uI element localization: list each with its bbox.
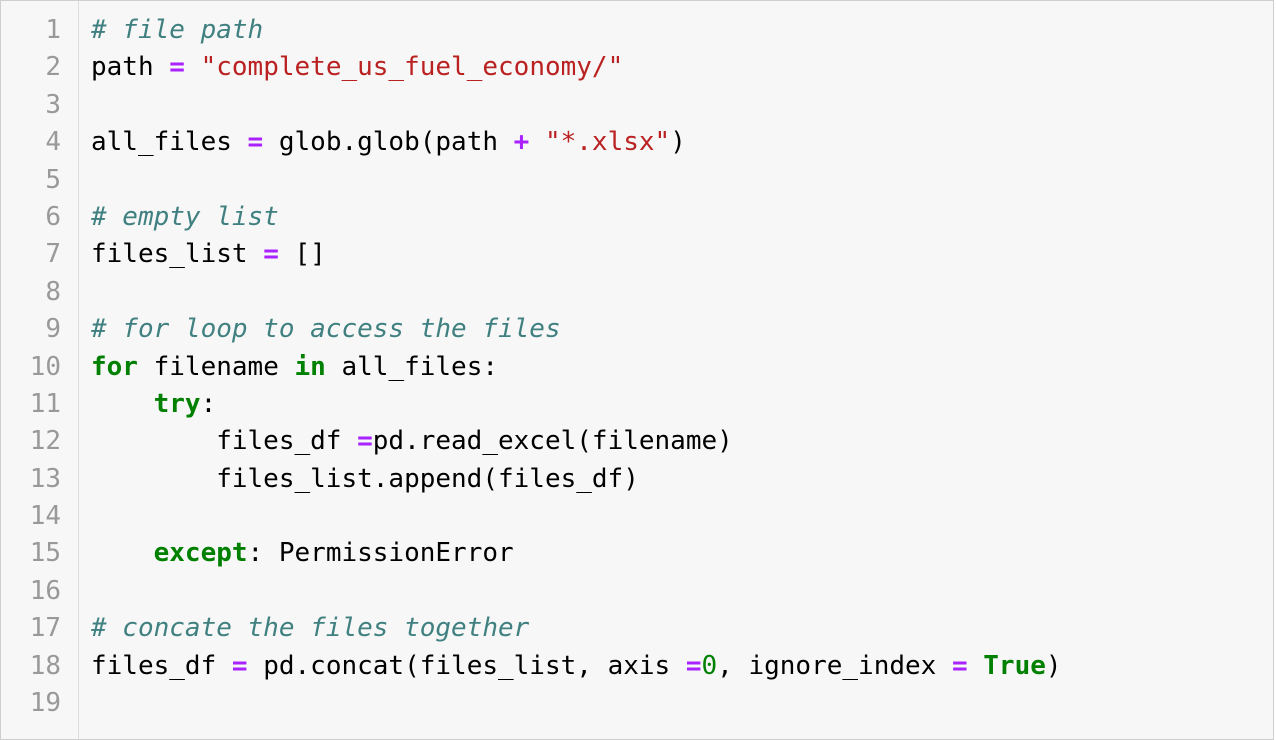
code-line[interactable]: 10 for filename in all_files: bbox=[1, 349, 1273, 386]
code-token: "complete_us_fuel_economy/" bbox=[200, 52, 624, 83]
code-line[interactable]: 4 all_files = glob.glob(path + "*.xlsx") bbox=[1, 124, 1273, 161]
code-text: try: bbox=[91, 386, 217, 423]
code-line[interactable]: 18 files_df = pd.concat(files_list, axis … bbox=[1, 648, 1273, 685]
line-number: 16 bbox=[29, 575, 61, 606]
line-number: 3 bbox=[45, 89, 61, 120]
code-token: = bbox=[357, 426, 373, 457]
code-line[interactable]: 14 bbox=[1, 498, 1273, 535]
code-token: + bbox=[513, 127, 530, 158]
code-token: # file path bbox=[91, 15, 264, 45]
code-token: glob.glob(path bbox=[263, 127, 514, 158]
code-token: path bbox=[91, 52, 170, 83]
code-token: files_list bbox=[91, 239, 264, 270]
line-number: 18 bbox=[29, 650, 61, 681]
code-token: # for loop to access the files bbox=[91, 314, 561, 345]
line-number: 1 bbox=[45, 15, 61, 45]
code-token: pd.read_excel(filename) bbox=[372, 426, 733, 457]
code-text: path = "complete_us_fuel_economy/" bbox=[91, 49, 623, 86]
code-token: # concate the files together bbox=[91, 613, 530, 644]
code-token: = bbox=[951, 650, 968, 681]
line-number: 12 bbox=[29, 426, 61, 457]
code-text: except: PermissionError bbox=[91, 535, 514, 572]
code-line[interactable]: 17 # concate the files together bbox=[1, 610, 1273, 647]
code-token: # empty list bbox=[91, 201, 279, 232]
line-number: 14 bbox=[29, 501, 61, 532]
line-number: 8 bbox=[45, 276, 61, 307]
line-number: 5 bbox=[45, 164, 61, 195]
line-number: 17 bbox=[29, 613, 61, 644]
code-token: files_list.append(files_df) bbox=[91, 463, 639, 494]
code-line[interactable]: 15 except: PermissionError bbox=[1, 535, 1273, 572]
code-lines: 1 # file path 2 path = "complete_us_fuel_ec… bbox=[1, 12, 1273, 722]
code-token: pd.concat(files_list, axis bbox=[247, 650, 686, 681]
code-token: filename bbox=[137, 351, 295, 382]
code-token: [] bbox=[278, 239, 326, 270]
code-line[interactable]: 2 path = "complete_us_fuel_economy/" bbox=[1, 49, 1273, 86]
line-number: 7 bbox=[45, 239, 61, 270]
code-token: = bbox=[169, 52, 185, 83]
code-token: = bbox=[263, 239, 279, 270]
code-token: files_df bbox=[91, 426, 358, 457]
code-token: = bbox=[685, 650, 702, 681]
code-token: try bbox=[153, 388, 201, 419]
code-line[interactable]: 12 files_df =pd.read_excel(filename) bbox=[1, 423, 1273, 460]
line-number: 13 bbox=[29, 463, 61, 494]
code-text: files_list = [] bbox=[91, 236, 326, 273]
code-line[interactable]: 13 files_list.append(files_df) bbox=[1, 461, 1273, 498]
code-editor[interactable]: 1 # file path 2 path = "complete_us_fuel_ec… bbox=[0, 0, 1274, 740]
code-token: all_files: bbox=[325, 351, 499, 382]
code-token: ) bbox=[670, 127, 686, 158]
code-line[interactable]: 8 bbox=[1, 274, 1273, 311]
code-text: all_files = glob.glob(path + "*.xlsx") bbox=[91, 124, 686, 161]
line-number: 19 bbox=[29, 688, 61, 719]
code-token: , ignore_index bbox=[717, 650, 952, 681]
line-number: 9 bbox=[45, 314, 61, 345]
code-token: 0 bbox=[701, 650, 718, 681]
code-token: "*.xlsx" bbox=[544, 127, 671, 158]
code-line[interactable]: 1 # file path bbox=[1, 12, 1273, 49]
line-number: 10 bbox=[29, 351, 61, 382]
code-text: files_df =pd.read_excel(filename) bbox=[91, 423, 733, 460]
code-token: ) bbox=[1045, 650, 1062, 681]
code-token: for bbox=[91, 351, 138, 382]
code-text: files_df = pd.concat(files_list, axis =0… bbox=[91, 648, 1062, 685]
line-number: 15 bbox=[29, 538, 61, 569]
code-text: # file path bbox=[91, 12, 263, 49]
code-token: True bbox=[983, 650, 1046, 681]
line-number: 4 bbox=[45, 127, 61, 158]
code-text: # for loop to access the files bbox=[91, 311, 561, 348]
code-line[interactable]: 9 # for loop to access the files bbox=[1, 311, 1273, 348]
code-token: = bbox=[231, 650, 248, 681]
code-line[interactable]: 7 files_list = [] bbox=[1, 236, 1273, 273]
code-token: except bbox=[153, 538, 248, 569]
code-line[interactable]: 19 bbox=[1, 685, 1273, 722]
code-token: in bbox=[294, 351, 326, 382]
code-token: files_df bbox=[91, 650, 232, 681]
line-number: 2 bbox=[45, 52, 61, 83]
code-line[interactable]: 3 bbox=[1, 87, 1273, 124]
code-token: : PermissionError bbox=[247, 538, 514, 569]
code-line[interactable]: 6 # empty list bbox=[1, 199, 1273, 236]
code-token: = bbox=[247, 127, 264, 158]
code-line[interactable]: 11 try: bbox=[1, 386, 1273, 423]
code-token: : bbox=[200, 388, 217, 419]
code-text: files_list.append(files_df) bbox=[91, 461, 639, 498]
code-line[interactable]: 5 bbox=[1, 162, 1273, 199]
code-text: # concate the files together bbox=[91, 610, 529, 647]
code-text: # empty list bbox=[91, 199, 279, 236]
code-text: for filename in all_files: bbox=[91, 349, 498, 386]
line-number: 11 bbox=[29, 388, 61, 419]
code-token: all_files bbox=[91, 127, 248, 158]
line-number: 6 bbox=[45, 201, 61, 232]
code-line[interactable]: 16 bbox=[1, 573, 1273, 610]
